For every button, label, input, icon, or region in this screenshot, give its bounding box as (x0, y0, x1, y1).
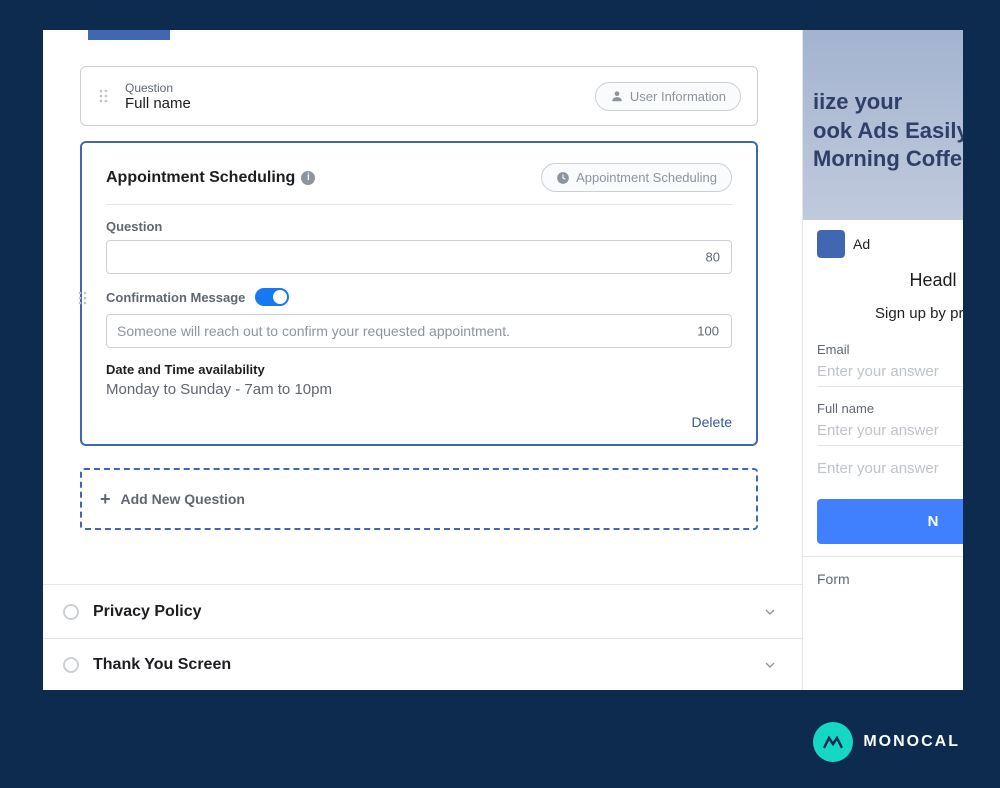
appointment-title-text: Appointment Scheduling (106, 169, 295, 187)
delete-button[interactable]: Delete (106, 414, 732, 430)
appointment-type-pill[interactable]: Appointment Scheduling (541, 163, 732, 192)
chevron-down-icon (762, 604, 778, 620)
preview-email-field: Email Enter your answer (803, 338, 963, 397)
user-info-pill-label: User Information (630, 89, 726, 104)
section-title: Privacy Policy (93, 603, 762, 621)
section-thank-you[interactable]: Thank You Screen (43, 638, 802, 690)
question-labels: Question Full name (125, 81, 595, 112)
appointment-title: Appointment Scheduling i (106, 169, 315, 187)
preview-field-input[interactable]: Enter your answer (817, 460, 963, 483)
question-value: Full name (125, 95, 595, 112)
confirmation-char-count: 100 (697, 324, 719, 339)
appointment-pill-label: Appointment Scheduling (576, 170, 717, 185)
plus-icon: + (100, 489, 111, 510)
confirmation-toggle[interactable] (255, 288, 289, 306)
brand-logo-text: MONOCAL (863, 733, 960, 751)
preview-field-label: Email (817, 342, 963, 357)
section-privacy-policy[interactable]: Privacy Policy (43, 584, 802, 638)
preview-extra-field: Enter your answer (803, 456, 963, 493)
preview-field-input[interactable]: Enter your answer (817, 363, 963, 387)
preview-headline: Headl (803, 264, 963, 297)
confirmation-placeholder: Someone will reach out to confirm your r… (117, 323, 510, 339)
appointment-card: Appointment Scheduling i Appointment Sch… (80, 141, 758, 446)
banner-line: iize your (813, 88, 963, 117)
preview-signup-text: Sign up by provid (803, 297, 963, 338)
preview-form-label: Form (803, 556, 963, 601)
banner-line: Morning Coffee (813, 145, 963, 174)
question-type-label: Question (125, 81, 595, 95)
chevron-down-icon (762, 657, 778, 673)
add-question-label: Add New Question (121, 491, 245, 507)
info-icon[interactable]: i (301, 171, 315, 185)
confirmation-input[interactable]: Someone will reach out to confirm your r… (106, 314, 732, 348)
section-title: Thank You Screen (93, 656, 762, 674)
brand-logo: MONOCAL (813, 722, 960, 762)
availability-label: Date and Time availability (106, 362, 732, 377)
editor-panel: Question Full name User Information Appo… (43, 30, 963, 690)
question-input-row: 80 (106, 240, 732, 274)
section-status-icon (63, 604, 79, 620)
appointment-header: Appointment Scheduling i Appointment Sch… (106, 163, 732, 205)
preview-next-button[interactable]: N (817, 499, 963, 544)
preview-avatar-row: Ad (803, 220, 963, 264)
availability-value: Monday to Sunday - 7am to 10pm (106, 381, 732, 398)
avatar (817, 230, 845, 258)
preview-fullname-field: Full name Enter your answer (803, 397, 963, 456)
confirmation-label: Confirmation Message (106, 290, 245, 305)
section-status-icon (63, 657, 79, 673)
confirmation-row: Confirmation Message (106, 288, 732, 306)
preview-banner-text: iize your ook Ads Easily, Morning Coffee (813, 88, 963, 174)
drag-handle-icon[interactable] (76, 290, 92, 306)
user-info-pill[interactable]: User Information (595, 82, 741, 111)
ad-label: Ad (853, 236, 870, 252)
clock-icon (556, 171, 570, 185)
preview-column: iize your ook Ads Easily, Morning Coffee… (803, 30, 963, 690)
preview-banner: iize your ook Ads Easily, Morning Coffee (803, 30, 963, 220)
question-field-label: Question (106, 219, 732, 234)
preview-field-input[interactable]: Enter your answer (817, 422, 963, 446)
drag-handle-icon[interactable] (97, 88, 113, 104)
add-question-button[interactable]: + Add New Question (80, 468, 758, 530)
brand-logo-icon (813, 722, 853, 762)
user-icon (610, 89, 624, 103)
form-builder-column: Question Full name User Information Appo… (43, 30, 803, 690)
preview-field-label: Full name (817, 401, 963, 416)
question-input[interactable] (106, 240, 732, 274)
banner-line: ook Ads Easily, (813, 117, 963, 146)
question-card-fullname[interactable]: Question Full name User Information (80, 66, 758, 126)
question-char-count: 80 (706, 250, 720, 265)
